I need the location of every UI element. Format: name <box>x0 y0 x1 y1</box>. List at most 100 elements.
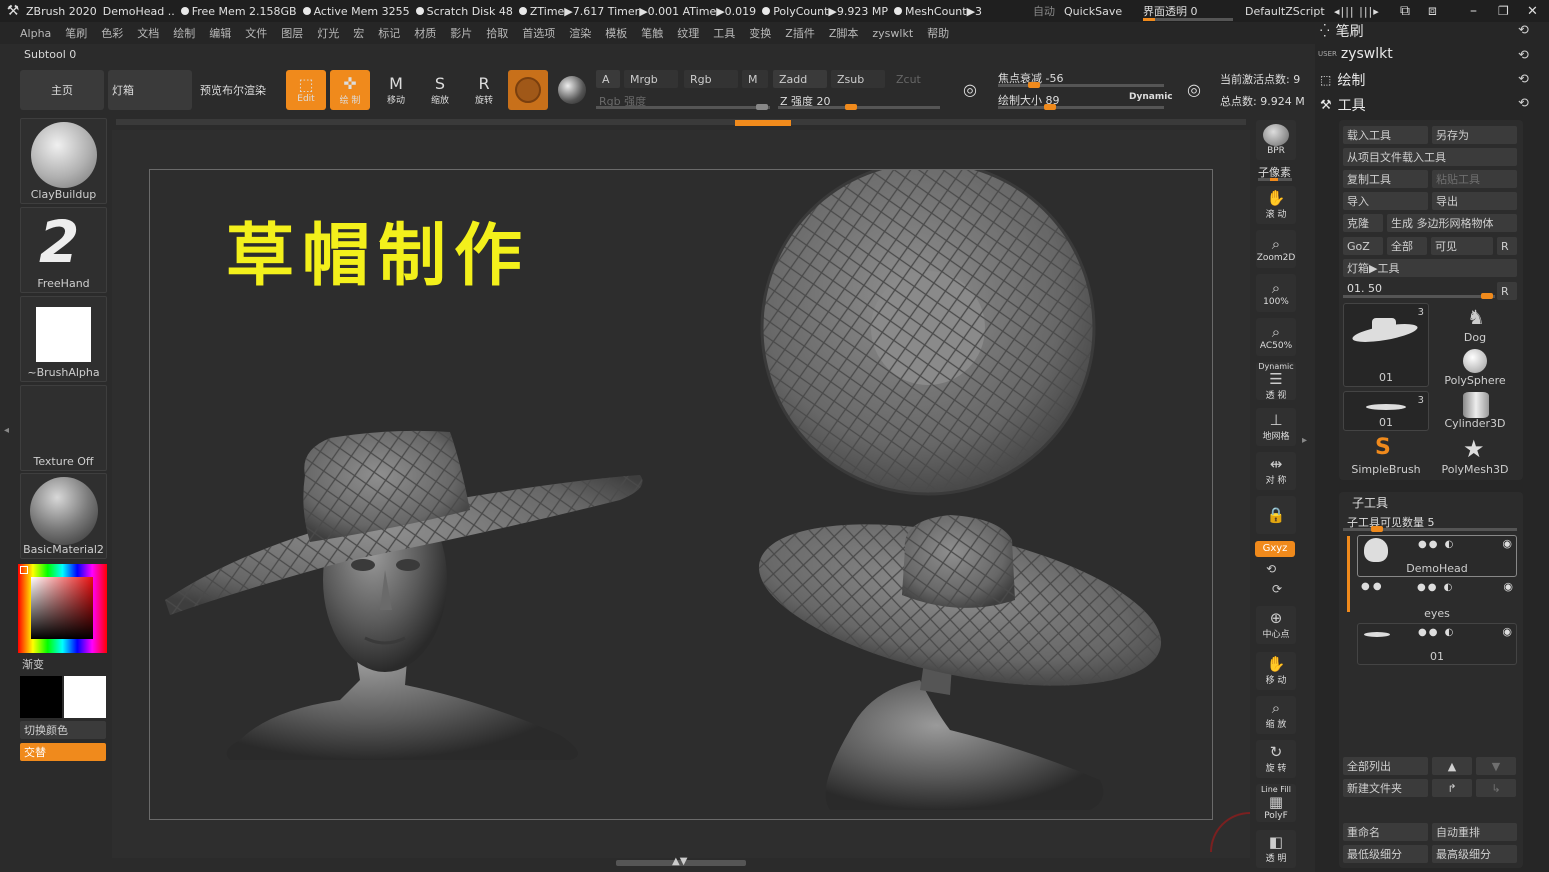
move-view-button[interactable]: ✋ 移 动 <box>1256 652 1296 690</box>
stroke-slot[interactable]: 2 FreeHand <box>20 207 107 293</box>
subtool-title[interactable]: 子工具 <box>1352 494 1388 511</box>
subtool-item-hat[interactable]: ●● ◐ ◉ 01 <box>1357 623 1517 665</box>
menu-item[interactable]: 工具 <box>713 25 735 41</box>
center-button[interactable]: ⊕ 中心点 <box>1256 606 1296 644</box>
brush-menu-header[interactable]: ⁛ 笔刷 <box>1320 21 1364 41</box>
reset-icon[interactable]: ⟲ <box>1518 72 1529 87</box>
reset-icon[interactable]: ⟲ <box>1518 96 1529 111</box>
subtool-item-eyes[interactable]: ● ● ●● ◐ ◉ eyes <box>1357 579 1517 621</box>
edit-mode-button[interactable]: ⬚ Edit <box>286 70 326 110</box>
menu-item[interactable]: 纹理 <box>677 25 699 41</box>
close-icon[interactable]: ✕ <box>1527 0 1538 22</box>
scroll-button[interactable]: ✋ 滚 动 <box>1256 186 1296 224</box>
paste-tool-button[interactable]: 粘贴工具 <box>1432 170 1517 188</box>
save-as-button[interactable]: 另存为 <box>1432 126 1517 144</box>
tool-thumb-polysphere[interactable]: PolySphere <box>1433 348 1517 388</box>
folder-in-button[interactable]: ↱ <box>1432 779 1472 797</box>
tool-thumb-hat-small[interactable]: 3 01 <box>1343 391 1429 431</box>
visible-count-slider[interactable] <box>1343 526 1517 532</box>
draw-mode-button[interactable]: ✜ 绘 制 <box>330 70 370 110</box>
menu-item[interactable]: 色彩 <box>101 25 123 41</box>
zsub-button[interactable]: Zsub <box>831 70 885 88</box>
rename-button[interactable]: 重命名 <box>1343 823 1428 841</box>
rotate-y-icon[interactable]: ⟲ <box>1266 562 1276 576</box>
tool-slider[interactable] <box>1343 293 1495 299</box>
polyframe-button[interactable]: Line Fill ▦ PolyF <box>1256 784 1296 822</box>
goz-button[interactable]: GoZ <box>1343 237 1383 255</box>
draw-d-button[interactable]: ◎ <box>1176 72 1212 108</box>
reset-icon[interactable]: ⟲ <box>1518 23 1529 38</box>
lightbox-button[interactable]: 灯箱 <box>108 70 192 110</box>
goz-all-button[interactable]: 全部 <box>1387 237 1427 255</box>
rotate-z-icon[interactable]: ⟳ <box>1272 582 1282 596</box>
eye-icon[interactable]: ◉ <box>1503 580 1513 593</box>
menu-item[interactable]: Alpha <box>20 27 51 40</box>
menu-item[interactable]: 宏 <box>353 25 364 41</box>
subpixel-slider[interactable] <box>1258 178 1292 181</box>
goz-r-button[interactable]: R <box>1497 237 1517 255</box>
menu-item[interactable]: 拾取 <box>486 25 508 41</box>
home-button[interactable]: 主页 <box>20 70 104 110</box>
lowest-subdiv-button[interactable]: 最低级细分 <box>1343 845 1428 863</box>
move-up-button[interactable]: ▲ <box>1432 757 1472 775</box>
texture-slot[interactable]: Texture Off <box>20 385 107 471</box>
menu-item[interactable]: 帮助 <box>927 25 949 41</box>
tool-thumb-dog[interactable]: ♞ Dog <box>1433 303 1517 345</box>
scale-view-button[interactable]: ⌕ 缩 放 <box>1256 696 1296 734</box>
load-from-project-button[interactable]: 从项目文件载入工具 <box>1343 148 1517 166</box>
tool-slider-r-button[interactable]: R <box>1497 282 1517 300</box>
menu-item[interactable]: 灯光 <box>317 25 339 41</box>
tool-thumb-hat[interactable]: 3 01 <box>1343 303 1429 387</box>
user-menu-header[interactable]: USER zyswlkt <box>1318 46 1393 62</box>
move-down-button[interactable]: ▼ <box>1476 757 1516 775</box>
lock-button[interactable]: 🔒 <box>1256 496 1296 534</box>
lightbox-tool-button[interactable]: 灯箱▶工具 <box>1343 259 1517 277</box>
a-button[interactable]: A <box>596 70 620 88</box>
draw-menu-header[interactable]: ⬚ 绘制 <box>1320 70 1365 90</box>
xyz-toggle[interactable]: Gxyz <box>1255 541 1295 557</box>
menu-item[interactable]: 笔触 <box>641 25 663 41</box>
menu-item[interactable]: 首选项 <box>522 25 555 41</box>
menu-item[interactable]: 笔刷 <box>65 25 87 41</box>
subtool-toggles-icon[interactable]: ●● ◐ <box>1418 627 1455 638</box>
menu-item[interactable]: 文档 <box>137 25 159 41</box>
import-button[interactable]: 导入 <box>1343 192 1428 210</box>
reset-icon[interactable]: ⟲ <box>1518 48 1529 63</box>
list-all-button[interactable]: 全部列出 <box>1343 757 1428 775</box>
load-tool-button[interactable]: 载入工具 <box>1343 126 1428 144</box>
tool-thumb-polymesh[interactable]: ★ PolyMesh3D <box>1433 435 1517 477</box>
tool-menu-header[interactable]: ⚒ 工具 <box>1320 95 1366 115</box>
brush-slot[interactable]: ClayBuildup <box>20 118 107 204</box>
copy-tool-button[interactable]: 复制工具 <box>1343 170 1428 188</box>
menu-item[interactable]: 模板 <box>605 25 627 41</box>
subtool-toggles-icon[interactable]: ●● ◐ <box>1418 539 1455 550</box>
alternate-button[interactable]: 交替 <box>20 743 106 761</box>
alpha-slot[interactable]: ~BrushAlpha <box>20 296 107 382</box>
menu-item[interactable]: zyswlkt <box>872 27 913 40</box>
perspective-button[interactable]: Dynamic ☰ 透 视 <box>1256 362 1296 401</box>
tool-thumb-simplebrush[interactable]: S SimpleBrush <box>1343 435 1429 477</box>
quicksave-button[interactable]: QuickSave <box>1064 0 1122 22</box>
ac50-button[interactable]: ⌕ AC50% <box>1256 318 1296 356</box>
z-intensity-slider[interactable] <box>778 104 940 110</box>
menu-layout-icon[interactable]: ◂||| |||▸ <box>1334 0 1380 22</box>
folder-out-button[interactable]: ↳ <box>1476 779 1516 797</box>
highest-subdiv-button[interactable]: 最高级细分 <box>1432 845 1517 863</box>
scroll-arrows-icon[interactable]: ▲▼ <box>672 856 687 867</box>
subtool-toggles-icon[interactable]: ●● ◐ <box>1417 582 1454 593</box>
menu-item[interactable]: 材质 <box>414 25 436 41</box>
menu-item[interactable]: 渲染 <box>569 25 591 41</box>
rgb-intensity-slider[interactable] <box>596 104 770 110</box>
rotate-mode-button[interactable]: R 旋转 <box>464 70 504 110</box>
color-square[interactable] <box>31 577 93 639</box>
layout-preset-icon[interactable]: ⧈ <box>1428 0 1437 22</box>
main-color-swatch[interactable] <box>64 676 106 718</box>
menu-item[interactable]: 编辑 <box>209 25 231 41</box>
menu-item[interactable]: 图层 <box>281 25 303 41</box>
goz-visible-button[interactable]: 可见 <box>1431 237 1493 255</box>
ui-transparency-track[interactable] <box>1143 18 1233 21</box>
minimize-icon[interactable]: – <box>1470 0 1477 22</box>
dynamic-toggle[interactable]: Dynamic <box>1129 92 1173 102</box>
draw-size-slider[interactable] <box>998 104 1164 110</box>
default-zscript-button[interactable]: DefaultZScript <box>1245 0 1325 22</box>
